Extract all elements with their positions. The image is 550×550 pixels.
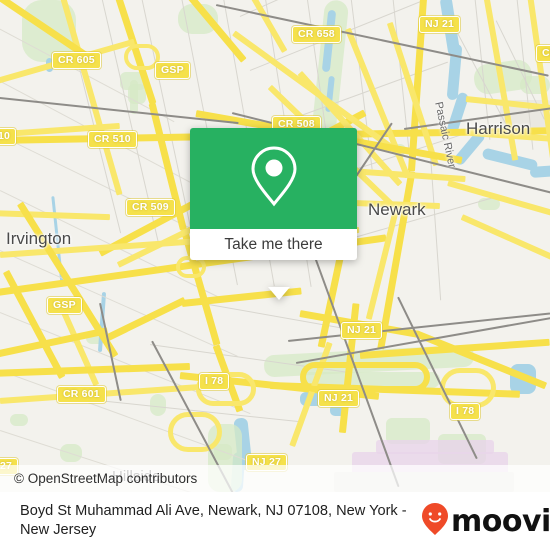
road-shield: CR 509 — [126, 199, 175, 216]
map-pin-icon — [248, 144, 300, 213]
attribution-text[interactable]: © OpenStreetMap contributors — [0, 471, 197, 486]
road-shield: NJ 21 — [318, 390, 360, 407]
map-attribution-bar: © OpenStreetMap contributors — [0, 465, 550, 492]
road-shield: GSP — [47, 297, 82, 314]
road-shield: 10 — [0, 128, 17, 145]
moovit-wordmark: moovit — [451, 503, 550, 539]
road-shield: NJ 21 — [341, 322, 383, 339]
location-title: Boyd St Muhammad Ali Ave, Newark, NJ 071… — [20, 503, 407, 538]
road-shield: I 78 — [450, 403, 481, 420]
road-shield: CR 605 — [52, 52, 101, 69]
callout-header — [190, 128, 357, 229]
road-shield: GSP — [155, 62, 190, 79]
take-me-there-label: Take me there — [224, 235, 323, 253]
take-me-there-button[interactable]: Take me there — [190, 229, 357, 260]
moovit-brand[interactable]: moovit — [420, 492, 550, 550]
road-shield: CR 601 — [57, 386, 106, 403]
moovit-pin-icon — [420, 502, 450, 541]
callout-tail — [268, 287, 290, 300]
road-shield: CR 510 — [88, 131, 137, 148]
road-shield: CR 658 — [292, 26, 341, 43]
moovit-map-screenshot: Passaic River HarrisonNewarkIrvingtonHil… — [0, 0, 550, 550]
road-shield: CR — [536, 45, 550, 62]
footer-bar: Boyd St Muhammad Ali Ave, Newark, NJ 071… — [0, 492, 550, 550]
road-shield: I 78 — [199, 373, 230, 390]
location-callout-card[interactable]: Take me there — [190, 128, 357, 300]
road-shield: NJ 21 — [419, 16, 461, 33]
map-canvas[interactable]: Passaic River HarrisonNewarkIrvingtonHil… — [0, 0, 550, 492]
